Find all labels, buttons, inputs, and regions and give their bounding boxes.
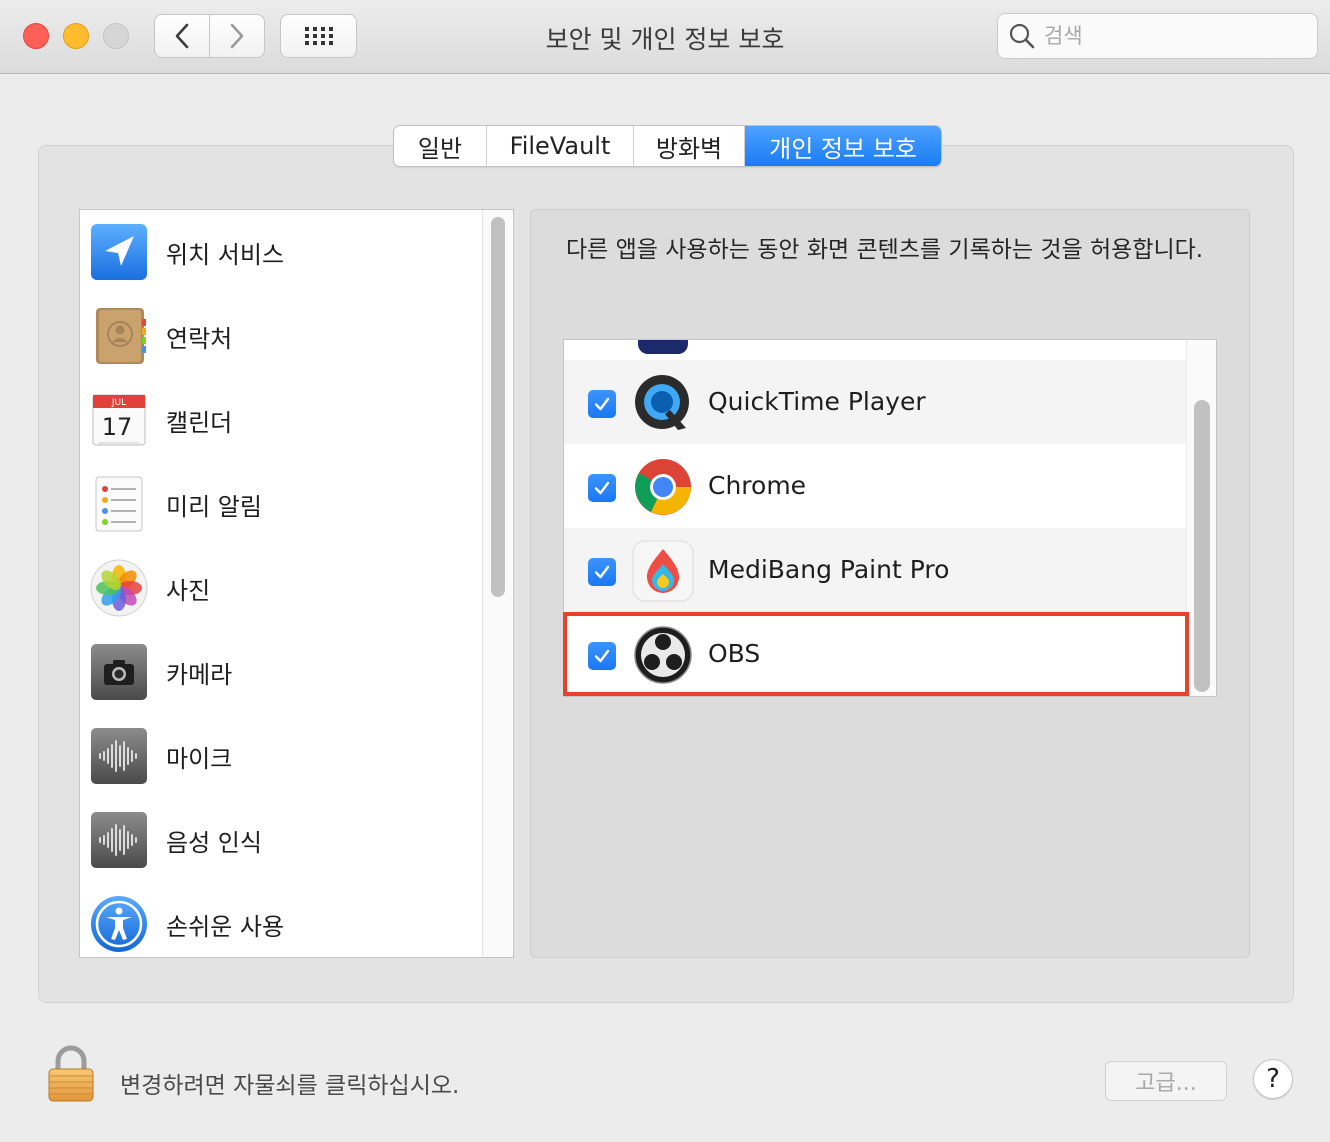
chrome-checkbox[interactable] — [588, 474, 616, 502]
obs-highlight-box — [563, 612, 1189, 696]
app-icon-partial — [638, 340, 688, 354]
microphone-icon — [91, 728, 147, 784]
sidebar-item-speech-recognition[interactable]: 음성 인식 — [80, 798, 480, 882]
app-list-scroll-thumb[interactable] — [1194, 400, 1210, 692]
category-list-scroll-thumb[interactable] — [491, 217, 505, 597]
sidebar-item-label: 카메라 — [166, 661, 233, 689]
app-row-medibang[interactable]: MediBang Paint Pro — [564, 528, 1187, 612]
search-input[interactable] — [1042, 20, 1306, 52]
contacts-icon — [96, 308, 146, 364]
screen-recording-description: 다른 앱을 사용하는 동안 화면 콘텐츠를 기록하는 것을 허용합니다. — [566, 237, 1204, 263]
tab-firewall[interactable]: 방화벽 — [634, 126, 745, 166]
sidebar-item-calendar[interactable]: JUL 17 캘린더 — [80, 378, 480, 462]
sidebar-item-microphone[interactable]: 마이크 — [80, 714, 480, 798]
speech-recognition-icon — [91, 812, 147, 868]
medibang-icon — [632, 540, 694, 602]
sidebar-item-reminders[interactable]: 미리 알림 — [80, 462, 480, 546]
search-field[interactable] — [997, 13, 1318, 59]
tab-bar: 일반 FileVault 방화벽 개인 정보 보호 — [393, 125, 942, 167]
tab-filevault[interactable]: FileVault — [487, 126, 634, 166]
sidebar-item-camera[interactable]: 카메라 — [80, 630, 480, 714]
medibang-checkbox[interactable] — [588, 558, 616, 586]
sidebar-item-label: 음성 인식 — [166, 829, 262, 857]
lock-instruction-text: 변경하려면 자물쇠를 클릭하십시오. — [120, 1073, 460, 1099]
sidebar-item-accessibility[interactable]: 손쉬운 사용 — [80, 882, 480, 957]
camera-icon — [91, 644, 147, 700]
search-icon — [1009, 23, 1035, 49]
accessibility-icon — [91, 896, 147, 952]
help-button[interactable]: ? — [1253, 1059, 1293, 1099]
checkmark-icon — [594, 481, 610, 495]
sidebar-item-label: 미리 알림 — [166, 493, 262, 521]
tab-general[interactable]: 일반 — [394, 126, 487, 166]
photos-icon — [90, 559, 148, 617]
svg-text:17: 17 — [102, 413, 133, 441]
sidebar-item-label: 캘린더 — [166, 409, 233, 437]
sidebar-item-label: 사진 — [166, 577, 211, 605]
app-name: Chrome — [708, 471, 807, 500]
lock-icon[interactable] — [46, 1045, 96, 1103]
app-row-chrome[interactable]: Chrome — [564, 444, 1187, 528]
quicktime-icon — [635, 375, 689, 430]
sidebar-item-photos[interactable]: 사진 — [80, 546, 480, 630]
app-row-quicktime[interactable]: QuickTime Player — [564, 360, 1187, 444]
svg-text:JUL: JUL — [111, 398, 126, 408]
calendar-icon: JUL 17 — [92, 394, 146, 446]
sidebar-item-label: 위치 서비스 — [166, 241, 285, 269]
checkmark-icon — [594, 565, 610, 579]
title-bar: 보안 및 개인 정보 보호 — [0, 0, 1330, 74]
reminders-icon — [95, 476, 143, 532]
app-name: QuickTime Player — [708, 387, 926, 416]
app-name: MediBang Paint Pro — [708, 555, 950, 584]
chrome-icon — [635, 459, 691, 515]
quicktime-checkbox[interactable] — [588, 390, 616, 418]
sidebar-item-label: 손쉬운 사용 — [166, 913, 285, 941]
sidebar-item-location-services[interactable]: 위치 서비스 — [80, 210, 480, 294]
location-icon — [91, 224, 147, 280]
sidebar-item-contacts[interactable]: 연락처 — [80, 294, 480, 378]
privacy-category-list: 위치 서비스 연락처 JUL 17 캘린더 미리 알림 사진 카메라 마이크 음… — [79, 209, 514, 958]
tab-privacy[interactable]: 개인 정보 보호 — [745, 126, 941, 166]
checkmark-icon — [594, 397, 610, 411]
sidebar-item-label: 연락처 — [166, 325, 233, 353]
sidebar-item-label: 마이크 — [166, 745, 233, 773]
advanced-button[interactable]: 고급... — [1105, 1061, 1227, 1101]
